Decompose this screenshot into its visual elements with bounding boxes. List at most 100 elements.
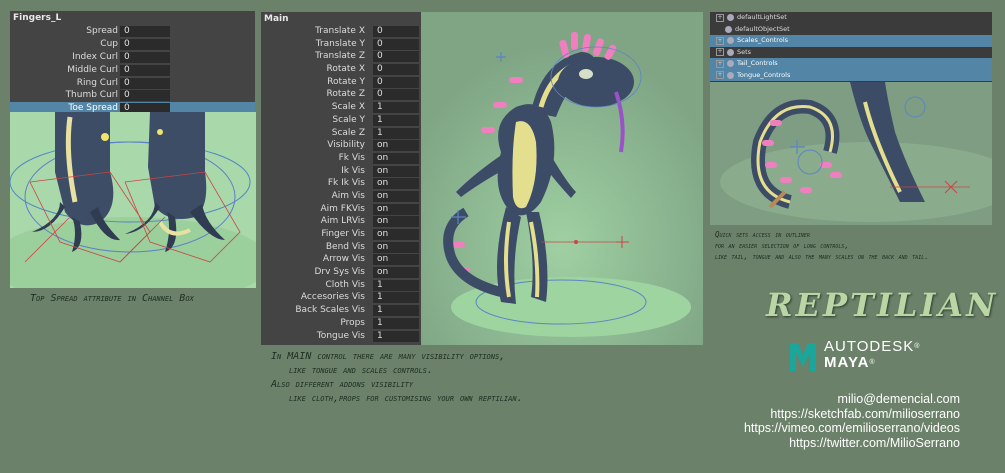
channel-row[interactable]: Aim Vis on: [261, 190, 421, 203]
channel-value-field[interactable]: on: [373, 267, 419, 279]
channel-row[interactable]: Rotate X 0: [261, 63, 421, 76]
channel-label: Middle Curl: [67, 64, 118, 75]
channel-row[interactable]: Ik Vis on: [261, 165, 421, 178]
channel-value-field[interactable]: 1: [373, 305, 419, 317]
channel-value-field[interactable]: 0: [373, 51, 419, 63]
expand-icon[interactable]: +: [716, 13, 724, 22]
character-viewport: [421, 12, 703, 345]
registered-mark-2: ®: [869, 359, 876, 366]
channel-value-field[interactable]: 1: [373, 292, 419, 304]
channel-value-field[interactable]: on: [373, 241, 419, 253]
channel-value-field[interactable]: 0: [120, 90, 170, 102]
feet-render: [10, 112, 256, 288]
set-icon: [727, 60, 734, 68]
channel-row[interactable]: Translate Z 0: [261, 50, 421, 63]
outliner-list: + defaultLightSet defaultObjectSet + Scales_…: [710, 12, 992, 81]
channel-value-field[interactable]: 1: [373, 317, 419, 329]
main-channel-box: Main Translate X 0 Translate Y 0 Translate Z…: [261, 12, 421, 345]
channel-value-field[interactable]: 0: [373, 64, 419, 76]
main-panel-title: Main: [264, 14, 289, 24]
channel-value-field[interactable]: on: [373, 216, 419, 228]
channel-value-field[interactable]: on: [373, 152, 419, 164]
channel-row[interactable]: Fk Vis on: [261, 152, 421, 165]
channel-row[interactable]: Tongue Vis 1: [261, 330, 421, 343]
channel-row[interactable]: Rotate Y 0: [261, 76, 421, 89]
outliner-item[interactable]: + Tongue_Controls: [710, 69, 992, 81]
channel-row[interactable]: Cup 0: [10, 38, 255, 51]
channel-row[interactable]: Scale Z 1: [261, 127, 421, 140]
channel-value-field[interactable]: 0: [120, 64, 170, 76]
main-caption-line-2: like tongue and scales controls.: [289, 365, 433, 376]
channel-label: Translate X: [315, 26, 365, 36]
channel-row[interactable]: Cloth Vis 1: [261, 279, 421, 292]
channel-label: Index Curl: [72, 51, 118, 62]
outliner-item[interactable]: + Scales_Controls: [710, 35, 992, 47]
channel-value-field[interactable]: 0: [373, 76, 419, 88]
outliner-item[interactable]: + Tail_Controls: [710, 58, 992, 70]
channel-value-field[interactable]: 1: [373, 279, 419, 291]
channel-row[interactable]: Scale Y 1: [261, 114, 421, 127]
channel-row[interactable]: Middle Curl 0: [10, 64, 255, 77]
main-caption-line-1: In MAIN control there are many visibilit…: [271, 351, 506, 362]
channel-value-field[interactable]: 0: [120, 26, 170, 37]
channel-row[interactable]: Thumb Curl 0: [10, 89, 255, 102]
sets-caption-line-1: Quick sets access in outliner: [715, 230, 810, 239]
channel-label: Spread: [86, 26, 118, 36]
channel-value-field[interactable]: on: [373, 254, 419, 266]
channel-value-field[interactable]: 0: [373, 26, 419, 37]
sketchfab-link[interactable]: https://sketchfab.com/milioserrano: [744, 407, 960, 422]
email-link[interactable]: milio@demencial.com: [744, 392, 960, 407]
channel-label: Back Scales Vis: [295, 305, 365, 316]
channel-value-field[interactable]: 0: [120, 51, 170, 63]
channel-value-field[interactable]: on: [373, 203, 419, 215]
channel-row[interactable]: Translate Y 0: [261, 38, 421, 51]
channel-row[interactable]: Spread 0: [10, 25, 255, 38]
channel-row[interactable]: Drv Sys Vis on: [261, 266, 421, 279]
channel-value-field[interactable]: on: [373, 165, 419, 177]
vimeo-link[interactable]: https://vimeo.com/emilioserrano/videos: [744, 421, 960, 436]
channel-row[interactable]: Bend Vis on: [261, 241, 421, 254]
tail-viewport: [710, 82, 992, 225]
channel-value-field[interactable]: 0: [120, 38, 170, 50]
channel-value-field[interactable]: on: [373, 190, 419, 202]
maya-logo-icon: [790, 343, 816, 371]
channel-row[interactable]: Ring Curl 0: [10, 77, 255, 90]
expand-icon[interactable]: +: [716, 48, 724, 57]
expand-icon[interactable]: +: [716, 36, 724, 45]
channel-row[interactable]: Index Curl 0: [10, 51, 255, 64]
channel-row[interactable]: Accesories Vis 1: [261, 291, 421, 304]
outliner-item[interactable]: defaultObjectSet: [710, 24, 992, 36]
expand-icon[interactable]: +: [716, 59, 724, 68]
channel-value-field[interactable]: 1: [373, 102, 419, 114]
main-caption: In MAIN control there are many visibilit…: [271, 350, 523, 406]
expand-icon[interactable]: [716, 26, 722, 32]
channel-value-field[interactable]: 1: [373, 127, 419, 139]
channel-row[interactable]: Translate X 0: [261, 25, 421, 38]
channel-row[interactable]: Scale X 1: [261, 101, 421, 114]
channel-row[interactable]: Aim FKVis on: [261, 203, 421, 216]
channel-row[interactable]: Visibility on: [261, 139, 421, 152]
expand-icon[interactable]: +: [716, 71, 724, 80]
fingers-attribute-list: Spread 0 Cup 0 Index Curl 0 Middle Curl 0 Ring C…: [10, 25, 255, 116]
channel-value-field[interactable]: 0: [120, 77, 170, 89]
outliner-item[interactable]: + defaultLightSet: [710, 12, 992, 24]
channel-row[interactable]: Finger Vis on: [261, 228, 421, 241]
channel-value-field[interactable]: 0: [373, 38, 419, 50]
channel-value-field[interactable]: on: [373, 140, 419, 152]
channel-row[interactable]: Back Scales Vis 1: [261, 304, 421, 317]
channel-value-field[interactable]: 0: [373, 89, 419, 101]
channel-row[interactable]: Props 1: [261, 317, 421, 330]
channel-value-field[interactable]: on: [373, 229, 419, 240]
channel-row[interactable]: Arrow Vis on: [261, 253, 421, 266]
channel-value-field[interactable]: 1: [373, 330, 419, 342]
set-icon: [727, 48, 734, 56]
autodesk-maya-logo: AUTODESK® MAYA®: [788, 337, 938, 375]
set-icon: [727, 71, 734, 79]
channel-row[interactable]: Aim LRVis on: [261, 215, 421, 228]
twitter-link[interactable]: https://twitter.com/MilioSerrano: [744, 436, 960, 451]
outliner-item[interactable]: + Sets: [710, 47, 992, 59]
channel-row[interactable]: Fk Ik Vis on: [261, 177, 421, 190]
channel-row[interactable]: Rotate Z 0: [261, 88, 421, 101]
channel-value-field[interactable]: on: [373, 178, 419, 190]
channel-value-field[interactable]: 1: [373, 114, 419, 126]
